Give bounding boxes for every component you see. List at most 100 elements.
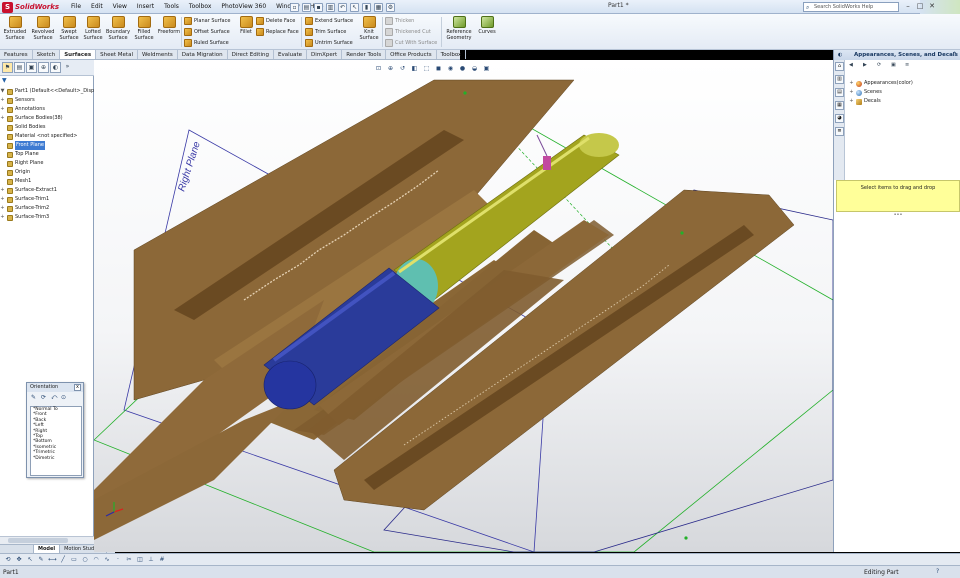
tab-data-migration[interactable]: Data Migration (178, 50, 228, 59)
feature-tree-item[interactable]: + Surface-Trim2 (0, 204, 94, 213)
select-pointer-icon[interactable]: ↖ (26, 556, 34, 564)
tree-expander-icon[interactable]: + (0, 195, 5, 204)
feature-tree-item[interactable]: Origin (0, 168, 94, 177)
feature-tree-item[interactable]: + Surface-Trim3 (0, 213, 94, 222)
filter-icon[interactable]: ▼ (0, 77, 94, 86)
new-document-icon[interactable]: ▫ (290, 2, 299, 12)
configuration-manager-tab-icon[interactable]: ▣ (26, 62, 37, 73)
tab-sheet-metal[interactable]: Sheet Metal (96, 50, 138, 59)
rebuild-icon[interactable]: ▮ (362, 2, 371, 12)
tab-direct-editing[interactable]: Direct Editing (228, 50, 274, 59)
sketch-icon[interactable]: ✎ (37, 556, 45, 564)
feature-manager-tab-icon[interactable]: ⚑ (2, 62, 13, 73)
view-list-icon[interactable]: ≡ (905, 62, 913, 69)
close-button[interactable]: ✕ (927, 1, 937, 12)
feature-tree-item[interactable]: Material <not specified> (0, 132, 94, 141)
help-search-input[interactable]: ⌕ Search SolidWorks Help (803, 2, 899, 12)
delete-face-button[interactable]: Delete Face (256, 16, 295, 26)
rotate-view-icon[interactable]: ⟲ (4, 556, 12, 564)
trim-surface-button[interactable]: Trim Surface (305, 27, 346, 37)
expand-icon[interactable]: + (849, 79, 854, 88)
refresh-icon[interactable]: ⟳ (877, 62, 885, 69)
tree-item-decals[interactable]: + Decals (845, 97, 960, 106)
tree-horizontal-scrollbar[interactable] (0, 536, 94, 544)
add-folder-icon[interactable]: ▣ (891, 62, 899, 69)
scrollbar-thumb[interactable] (8, 538, 68, 543)
orientation-close-button[interactable]: x (74, 384, 81, 391)
menu-photoview[interactable]: PhotoView 360 (216, 2, 271, 12)
offset-surface-button[interactable]: Offset Surface (184, 27, 230, 37)
solidworks-logo[interactable]: S SolidWorks (2, 1, 62, 13)
tab-features[interactable]: Features (0, 50, 33, 59)
revolved-surface-button[interactable]: Revolved Surface (30, 16, 56, 48)
display-style-icon[interactable]: ◼ (434, 64, 443, 73)
solidworks-resources-tab-icon[interactable]: ⌂ (835, 62, 844, 71)
feature-tree-item[interactable]: Mesh1 (0, 177, 94, 186)
filled-surface-button[interactable]: Filled Surface (131, 16, 157, 48)
tab-evaluate[interactable]: Evaluate (274, 50, 307, 59)
ruled-surface-button[interactable]: Ruled Surface (184, 38, 229, 48)
maximize-button[interactable]: □ (915, 1, 925, 12)
back-icon[interactable]: ◀ (849, 62, 857, 69)
view-orientation-icon[interactable]: ⬚ (422, 64, 431, 73)
freeform-button[interactable]: Freeform (156, 16, 182, 48)
forward-icon[interactable]: ▶ (863, 62, 871, 69)
dimxpert-manager-tab-icon[interactable]: ⊕ (38, 62, 49, 73)
plane-handle-dot[interactable] (684, 536, 688, 540)
view-dimetric[interactable]: *Dimetric (31, 456, 81, 461)
custom-properties-tab-icon[interactable]: ≣ (835, 127, 844, 136)
extend-surface-button[interactable]: Extend Surface (305, 16, 353, 26)
view-palette-tab-icon[interactable]: ▦ (835, 101, 844, 110)
tree-expander-icon[interactable]: + (0, 96, 5, 105)
tab-dimxpert[interactable]: DimXpert (307, 50, 343, 59)
plane-handle-dot[interactable] (680, 231, 684, 235)
untrim-surface-button[interactable]: Untrim Surface (305, 38, 353, 48)
display-manager-tab-icon[interactable]: ◐ (50, 62, 61, 73)
spline-icon[interactable]: ∿ (103, 556, 111, 564)
reference-geometry-button[interactable]: Reference Geometry (444, 16, 474, 48)
expand-icon[interactable]: + (849, 88, 854, 97)
smart-dimension-icon[interactable]: ⟷ (48, 556, 57, 564)
pin-dialog-icon[interactable]: ⊙ (61, 394, 68, 401)
feature-tree-item[interactable]: + Surface-Trim1 (0, 195, 94, 204)
line-icon[interactable]: ╱ (59, 556, 67, 564)
print-icon[interactable]: ▥ (326, 2, 335, 12)
panel-expand-icon[interactable]: » (62, 62, 73, 73)
file-properties-icon[interactable]: ▦ (374, 2, 383, 12)
knit-surface-button[interactable]: Knit Surface (356, 16, 382, 48)
thickened-cut-button[interactable]: Thickened Cut (385, 27, 431, 37)
edit-appearance-icon[interactable]: ● (458, 64, 467, 73)
orientation-title-bar[interactable]: Orientation x (27, 383, 83, 392)
reset-views-icon[interactable]: ⤺ (51, 394, 58, 401)
new-view-icon[interactable]: ✎ (31, 394, 38, 401)
hide-show-items-icon[interactable]: ◉ (446, 64, 455, 73)
tree-item-appearances[interactable]: + Appearances(color) (845, 79, 960, 88)
options-icon[interactable]: ⚙ (386, 2, 395, 12)
expand-icon[interactable]: + (849, 97, 854, 106)
menu-edit[interactable]: Edit (86, 2, 108, 12)
menu-insert[interactable]: Insert (132, 2, 159, 12)
trim-icon[interactable]: ✂ (125, 556, 133, 564)
pan-view-icon[interactable]: ✥ (15, 556, 23, 564)
select-icon[interactable]: ↖ (350, 2, 359, 12)
cut-with-surface-button[interactable]: Cut With Surface (385, 38, 437, 48)
plane-handle-dot[interactable] (463, 91, 467, 95)
tab-weldments[interactable]: Weldments (138, 50, 178, 59)
appearances-tab-icon[interactable]: ◕ (835, 114, 844, 123)
task-pane-pin-icon[interactable]: ⌃ (952, 50, 957, 60)
tree-item-scenes[interactable]: + Scenes (845, 88, 960, 97)
undo-icon[interactable]: ↶ (338, 2, 347, 12)
feature-tree-item[interactable]: Solid Bodies (0, 123, 94, 132)
tree-expander-icon[interactable]: + (0, 213, 5, 222)
minimize-button[interactable]: – (903, 1, 913, 12)
extruded-surface-button[interactable]: Extruded Surface (2, 16, 28, 48)
cylinder-end-cap[interactable] (263, 360, 317, 410)
menu-toolbox[interactable]: Toolbox (184, 2, 217, 12)
tab-toolbox[interactable]: Toolbox (437, 50, 467, 59)
tab-sketch[interactable]: Sketch (33, 50, 61, 59)
feature-tree-item[interactable]: ▼ Part1 (Default<<Default>_Disp (0, 87, 94, 96)
tree-expander-icon[interactable]: + (0, 114, 5, 123)
section-view-icon[interactable]: ◧ (410, 64, 419, 73)
boundary-surface-button[interactable]: Boundary Surface (105, 16, 131, 48)
menu-file[interactable]: File (66, 2, 86, 12)
